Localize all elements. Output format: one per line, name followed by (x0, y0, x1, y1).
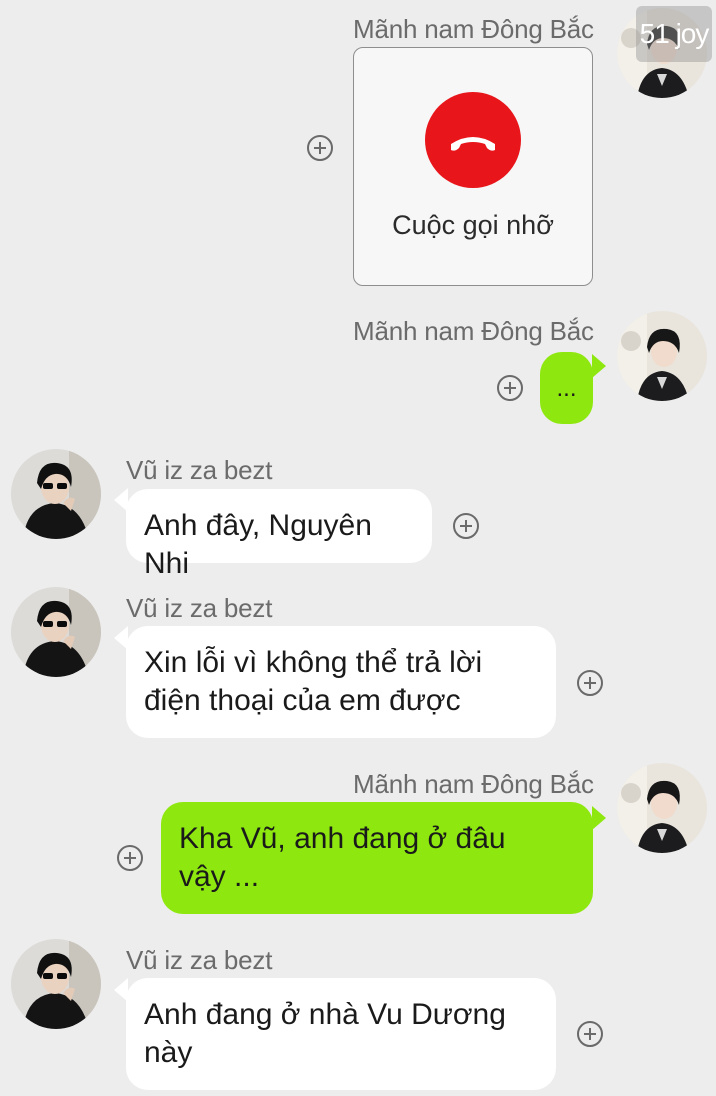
message-line: này (144, 1036, 193, 1069)
message-bubble[interactable]: Xin lỗi vì không thể trả lời điện thoại … (126, 626, 556, 738)
sender-name: Vũ iz za bezt (126, 945, 273, 975)
add-reaction-icon[interactable] (577, 1021, 603, 1047)
add-reaction-icon[interactable] (117, 845, 143, 871)
message-bubble[interactable]: Kha Vũ, anh đang ở đâu vậy ... (161, 802, 593, 914)
watermark: 51 joy (636, 6, 712, 62)
bubble-tail (592, 806, 606, 830)
add-reaction-icon[interactable] (453, 513, 479, 539)
avatar[interactable] (11, 587, 101, 677)
avatar[interactable] (617, 763, 707, 853)
sender-name: Vũ iz za bezt (126, 455, 273, 485)
add-reaction-icon[interactable] (307, 135, 333, 161)
phone-hangup-icon (425, 92, 521, 188)
sender-name: Vũ iz za bezt (126, 593, 273, 623)
bubble-tail (592, 354, 606, 378)
missed-call-label: Cuộc gọi nhỡ (392, 210, 554, 240)
avatar[interactable] (11, 939, 101, 1029)
message-bubble[interactable]: Anh đây, Nguyên Nhi (126, 489, 432, 580)
message-line: Xin lỗi vì không thể trả lời (144, 646, 483, 679)
message-line: điện thoại của em được (144, 684, 461, 717)
message-line: vậy ... (179, 860, 260, 893)
message-line: Kha Vũ, anh đang ở đâu (179, 822, 506, 855)
add-reaction-icon[interactable] (577, 670, 603, 696)
sender-name: Mãnh nam Đông Bắc (353, 769, 594, 799)
sender-name: Mãnh nam Đông Bắc (353, 14, 594, 44)
message-bubble[interactable]: ... (540, 352, 593, 424)
add-reaction-icon[interactable] (497, 375, 523, 401)
missed-call-card[interactable]: Cuộc gọi nhỡ (353, 47, 593, 286)
avatar[interactable] (11, 449, 101, 539)
avatar[interactable] (617, 311, 707, 401)
sender-name: Mãnh nam Đông Bắc (353, 316, 594, 346)
message-bubble[interactable]: Anh đang ở nhà Vu Dương này (126, 978, 556, 1090)
message-line: Anh đang ở nhà Vu Dương (144, 998, 506, 1031)
